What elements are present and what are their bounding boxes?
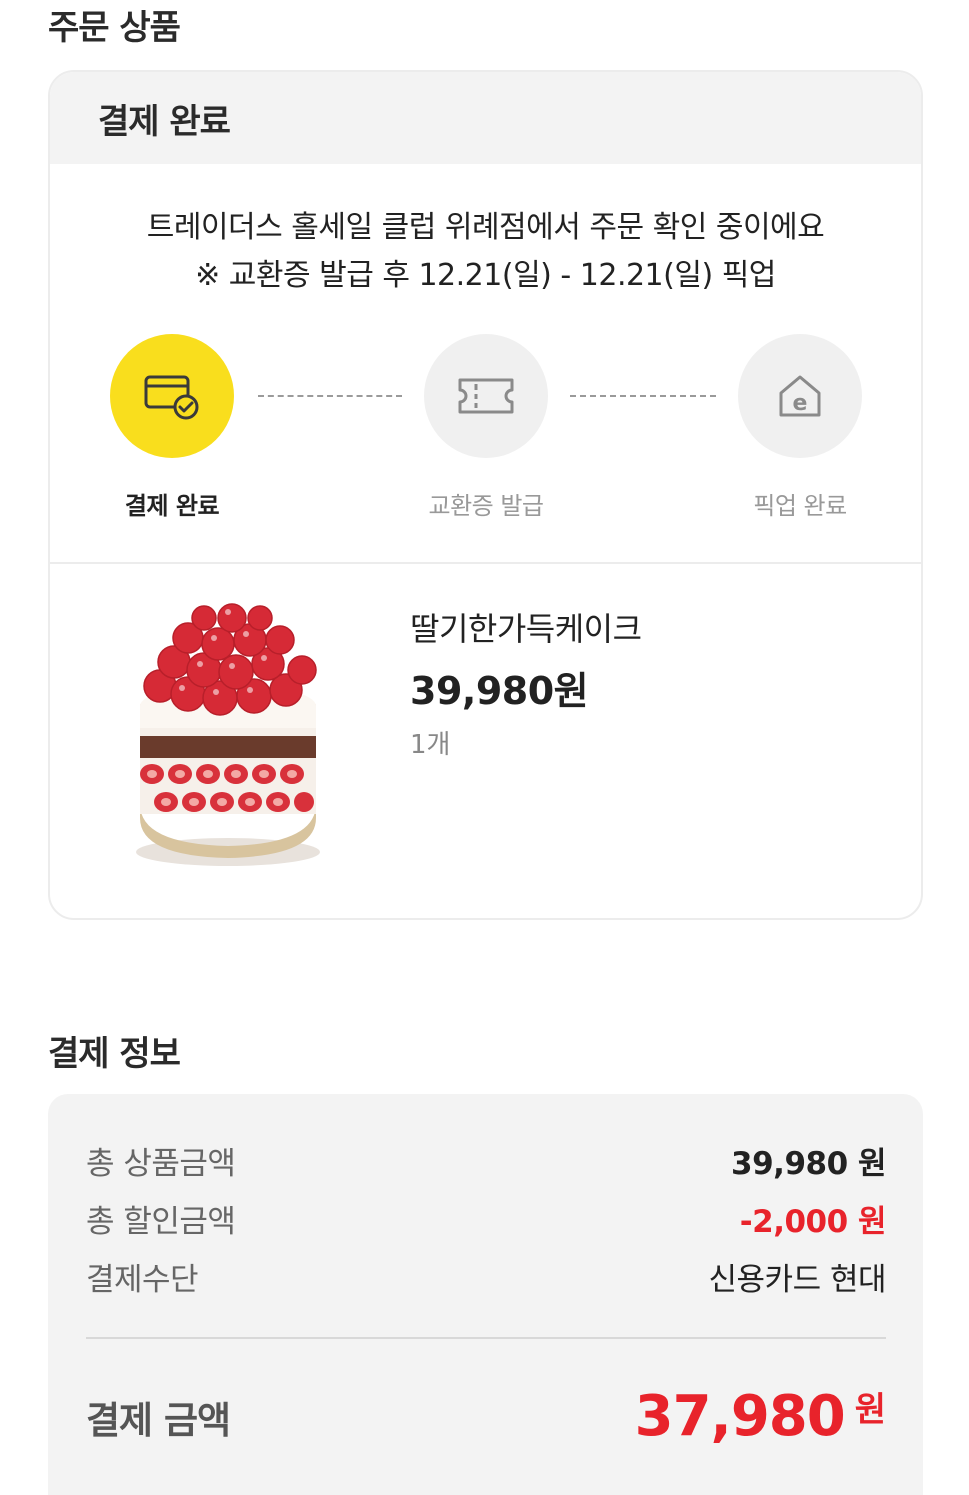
payment-summary: 총 상품금액 39,980 원 총 할인금액 -2,000 원 결제수단 신용카… xyxy=(48,1094,923,1495)
step-connector xyxy=(258,395,402,397)
step-pickup-complete: e xyxy=(738,334,862,458)
step-label-pickup: 픽업 완료 xyxy=(753,492,847,520)
notice-line-1: 트레이더스 홀세일 클럽 위례점에서 주문 확인 중이에요 xyxy=(146,210,825,245)
payment-row-method: 결제수단 신용카드 현대 xyxy=(86,1254,887,1299)
payment-divider xyxy=(86,1337,886,1339)
order-section-title: 주문 상품 xyxy=(48,8,181,48)
ticket-icon xyxy=(458,378,514,414)
order-status-label: 결제 완료 xyxy=(98,101,231,142)
order-status-header: 결제 완료 xyxy=(50,72,921,164)
total-amount: 37,980 원 xyxy=(635,1384,886,1449)
order-notice: 트레이더스 홀세일 클럽 위례점에서 주문 확인 중이에요 ※ 교환증 발급 후… xyxy=(50,204,921,300)
total-unit: 원 xyxy=(854,1390,886,1430)
step-label-ticket: 교환증 발급 xyxy=(428,492,544,520)
card-check-icon xyxy=(144,375,199,420)
notice-line-2: ※ 교환증 발급 후 12.21(일) - 12.21(일) 픽업 xyxy=(195,258,776,293)
svg-text:e: e xyxy=(793,391,808,416)
discount-label: 총 할인금액 xyxy=(86,1204,236,1240)
order-progress-steps: 결제 완료 교환증 발급 e 픽업 완료 xyxy=(50,334,921,534)
payment-method-value: 신용카드 현대 xyxy=(708,1262,887,1298)
order-card: 결제 완료 트레이더스 홀세일 클럽 위례점에서 주문 확인 중이에요 ※ 교환… xyxy=(48,70,923,920)
total-value: 37,980 xyxy=(634,1384,846,1449)
product-item[interactable]: 딸기한가득케이크 39,980원 1개 xyxy=(50,564,921,918)
product-quantity: 1개 xyxy=(410,730,451,760)
payment-section-title: 결제 정보 xyxy=(48,1034,181,1074)
step-label-payment: 결제 완료 xyxy=(124,492,220,520)
strawberry-cake-image xyxy=(136,603,320,866)
emart-home-icon: e xyxy=(779,375,821,417)
step-payment-complete xyxy=(110,334,234,458)
subtotal-value: 39,980 원 xyxy=(731,1146,886,1182)
payment-method-label: 결제수단 xyxy=(86,1262,199,1298)
payment-total-row: 결제 금액 37,980 원 xyxy=(86,1384,886,1449)
product-name[interactable]: 딸기한가득케이크 xyxy=(410,604,642,650)
total-label: 결제 금액 xyxy=(86,1398,231,1442)
payment-row-discount: 총 할인금액 -2,000 원 xyxy=(86,1196,887,1241)
step-connector xyxy=(570,395,716,397)
step-ticket-issue xyxy=(424,334,548,458)
payment-row-subtotal: 총 상품금액 39,980 원 xyxy=(86,1138,886,1183)
discount-value: -2,000 원 xyxy=(739,1204,887,1240)
subtotal-label: 총 상품금액 xyxy=(86,1146,236,1182)
product-price: 39,980원 xyxy=(410,669,589,713)
